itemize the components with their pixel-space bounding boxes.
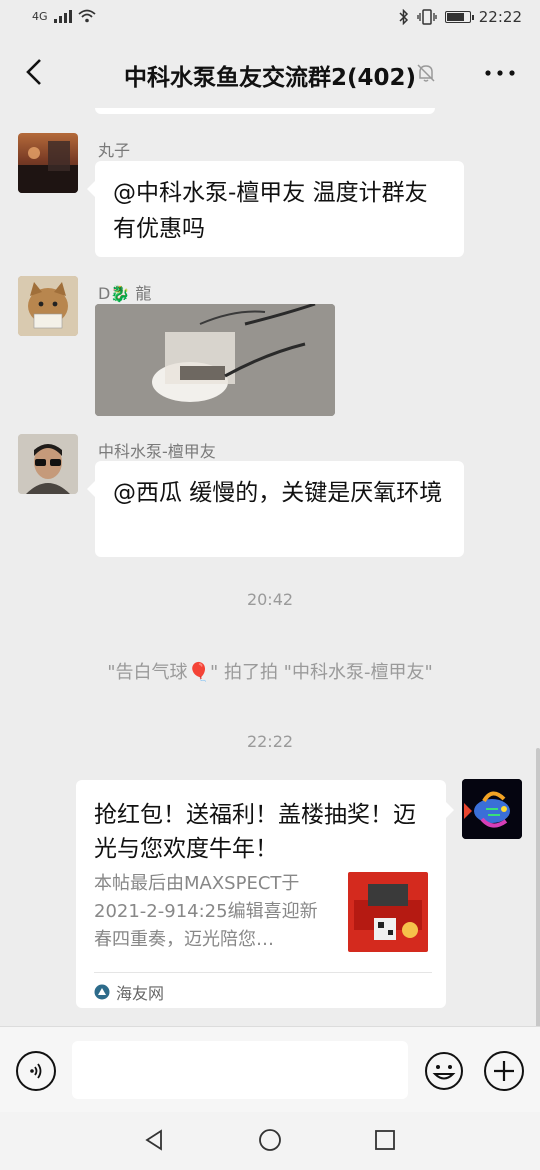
sender-name: 中科水泵-檀甲友 — [98, 442, 216, 461]
plus-button[interactable] — [484, 1051, 524, 1091]
nav-back-icon[interactable] — [143, 1128, 167, 1152]
voice-button[interactable] — [16, 1051, 56, 1091]
message-input[interactable] — [72, 1041, 408, 1099]
person-avatar-icon — [18, 434, 78, 494]
more-dots-icon — [485, 70, 515, 76]
status-right: 22:22 — [399, 8, 522, 26]
bluetooth-icon — [399, 9, 408, 25]
timestamp: 22:22 — [246, 732, 294, 751]
chat-title: 中科水泵鱼友交流群2(402) — [123, 65, 417, 91]
signal-icon — [53, 9, 72, 23]
avatar-image-icon — [18, 141, 78, 193]
promo-thumbnail-icon — [348, 872, 428, 952]
avatar-self[interactable] — [462, 779, 522, 839]
message-bubble[interactable]: @中科水泵-檀甲友 温度计群友有优惠吗 — [87, 161, 464, 257]
link-card[interactable]: 抢红包！送福利！盖楼抽奖！迈光与您欢度牛年！ 本帖最后由MAXSPECT于202… — [76, 780, 454, 1008]
nav-home-icon[interactable] — [258, 1128, 282, 1152]
message-bubble[interactable]: @西瓜 缓慢的，关键是厌氧环境 — [87, 461, 464, 557]
link-card-thumbnail — [348, 872, 428, 952]
status-bar: 4G 22:22 — [0, 0, 540, 38]
link-card-description: 本帖最后由MAXSPECT于2021-2-914:25编辑喜迎新春四重奏，迈光陪… — [94, 873, 318, 950]
input-bar — [0, 1026, 540, 1113]
sender-name: 丸子 — [98, 141, 131, 160]
link-card-title: 抢红包！送福利！盖楼抽奖！迈光与您欢度牛年！ — [94, 802, 416, 862]
timestamp: 20:42 — [246, 590, 294, 609]
chat-area[interactable]: 丸子 @中科水泵-檀甲友 温度计群友有优惠吗 D🐉 龍 中科水泵-檀甲友 @西瓜… — [0, 108, 540, 1026]
fish-avatar-icon — [462, 779, 522, 839]
photo-thumbnail-icon — [95, 304, 335, 416]
network-label: 4G — [32, 9, 48, 23]
emoji-button[interactable] — [424, 1051, 464, 1091]
avatar-wanzi[interactable] — [18, 133, 78, 193]
message-text: @西瓜 缓慢的，关键是厌氧环境 — [113, 480, 443, 506]
wifi-icon — [77, 9, 96, 23]
cat-avatar-icon — [18, 276, 78, 336]
sender-name: D🐉 龍 — [98, 284, 152, 303]
system-nav-bar — [0, 1112, 540, 1170]
plus-icon — [494, 1061, 514, 1081]
battery-icon — [444, 11, 474, 23]
title-bar: 中科水泵鱼友交流群2(402) — [0, 38, 540, 108]
link-card-source: 海友网 — [94, 980, 164, 1004]
message-text: @中科水泵-檀甲友 温度计群友有优惠吗 — [113, 180, 428, 242]
avatar-zhongke[interactable] — [18, 434, 78, 494]
link-card-divider — [94, 972, 432, 973]
more-button[interactable] — [480, 58, 520, 88]
avatar-dragon[interactable] — [18, 276, 78, 336]
mute-bell-icon — [417, 64, 435, 82]
image-message[interactable] — [95, 304, 335, 416]
previous-bubble — [95, 108, 435, 114]
link-card-source-label: 海友网 — [116, 984, 165, 1003]
nav-recents-icon[interactable] — [373, 1128, 397, 1152]
clock: 22:22 — [478, 8, 522, 26]
vibrate-icon — [417, 9, 437, 25]
source-logo-icon — [94, 984, 110, 1000]
pat-system-message: "告白气球🎈" 拍了拍 "中科水泵-檀甲友" — [107, 662, 433, 683]
status-left: 4G — [32, 9, 96, 23]
voice-icon — [30, 1063, 42, 1079]
scrollbar[interactable] — [536, 748, 540, 1026]
